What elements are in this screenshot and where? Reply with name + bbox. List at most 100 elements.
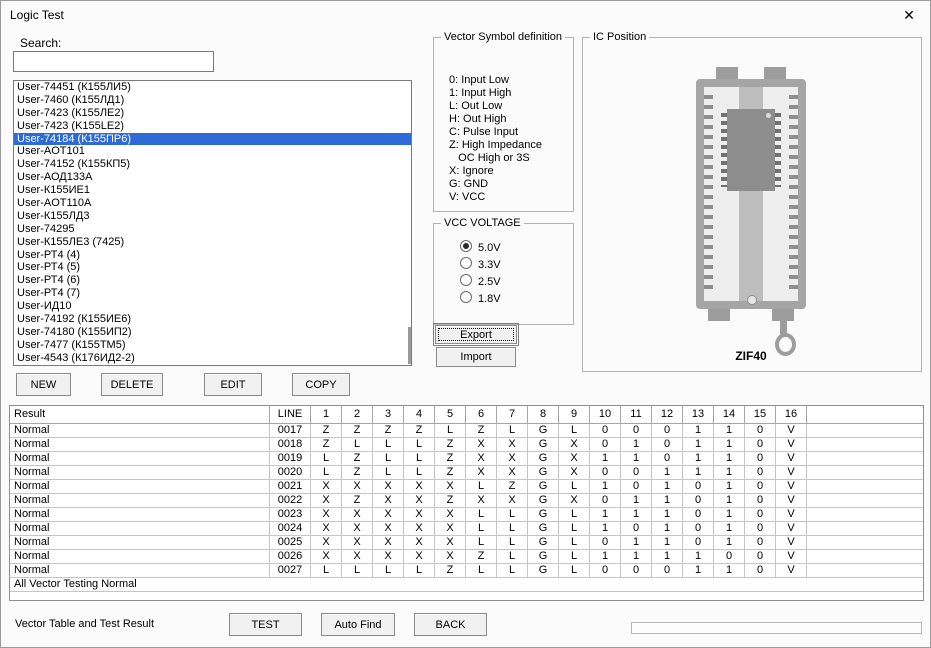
table-row[interactable]: Normal0024XXXXXLLGL101010V	[10, 522, 923, 536]
import-button[interactable]: Import	[436, 347, 516, 367]
test-button[interactable]: TEST	[229, 613, 302, 636]
column-header-3[interactable]: 3	[373, 406, 404, 424]
auto-find-button[interactable]: Auto Find	[321, 613, 395, 636]
column-header-LINE[interactable]: LINE	[270, 406, 311, 424]
list-item[interactable]: User-AOT101	[14, 145, 411, 158]
list-item[interactable]: User-РТ4 (6)	[14, 274, 411, 287]
table-row[interactable]: Normal0017ZZZZLZLGL000110V	[10, 424, 923, 438]
column-header-12[interactable]: 12	[652, 406, 683, 424]
vcc-option-1.8V[interactable]: 1.8V	[460, 291, 501, 308]
list-item[interactable]: User-7423 (K155LE2)	[14, 120, 411, 133]
list-item[interactable]: User-74451 (К155ЛИ5)	[14, 81, 411, 94]
vector-cell: 1	[714, 508, 745, 522]
column-header-10[interactable]: 10	[590, 406, 621, 424]
table-row[interactable]: Normal0020LZLLZXXGX001110V	[10, 466, 923, 480]
column-header-9[interactable]: 9	[559, 406, 590, 424]
list-item[interactable]: User-АОД133А	[14, 171, 411, 184]
vcc-option-2.5V[interactable]: 2.5V	[460, 274, 501, 291]
list-item[interactable]: User-К155ЛЕ3 (7425)	[14, 236, 411, 249]
list-item[interactable]: User-7460 (К155ЛД1)	[14, 94, 411, 107]
column-header-1[interactable]: 1	[311, 406, 342, 424]
list-item[interactable]: User-74180 (К155ИП2)	[14, 326, 411, 339]
vector-symbol-line: L: Out Low	[449, 100, 542, 113]
list-item[interactable]: User-74295	[14, 223, 411, 236]
vector-cell: X	[466, 438, 497, 452]
result-cell: Normal	[10, 480, 270, 494]
list-item[interactable]: User-РТ4 (4)	[14, 249, 411, 262]
vector-cell: 1	[590, 522, 621, 536]
vector-cell: X	[373, 494, 404, 508]
copy-button[interactable]: COPY	[292, 373, 350, 396]
column-header-2[interactable]: 2	[342, 406, 373, 424]
list-item[interactable]: User-РТ4 (7)	[14, 287, 411, 300]
list-item[interactable]: User-74192 (К155ИЕ6)	[14, 313, 411, 326]
list-item[interactable]: User-К155ЛД3	[14, 210, 411, 223]
vector-cell: Z	[435, 494, 466, 508]
vector-cell: V	[776, 536, 807, 550]
list-item[interactable]: User-К155ИЕ1	[14, 184, 411, 197]
filler-cell	[807, 550, 924, 564]
list-item[interactable]: User-7423 (К155ЛЕ2)	[14, 107, 411, 120]
vector-cell: 1	[652, 494, 683, 508]
vector-cell: L	[404, 438, 435, 452]
table-row[interactable]: Normal0023XXXXXLLGL111010V	[10, 508, 923, 522]
vector-cell: L	[311, 466, 342, 480]
vector-cell: Z	[435, 564, 466, 578]
table-row[interactable]: Normal0025XXXXXLLGL011010V	[10, 536, 923, 550]
table-row[interactable]: Normal0027LLLLZLLGL000110V	[10, 564, 923, 578]
vector-cell: 0	[621, 424, 652, 438]
vector-cell: X	[435, 522, 466, 536]
vector-cell: X	[311, 550, 342, 564]
column-header-6[interactable]: 6	[466, 406, 497, 424]
list-item[interactable]: User-74152 (К155КП5)	[14, 158, 411, 171]
new-button[interactable]: NEW	[16, 373, 71, 396]
close-icon[interactable]: ✕	[892, 3, 926, 27]
column-header-4[interactable]: 4	[404, 406, 435, 424]
vector-cell: Z	[342, 494, 373, 508]
vector-cell: 1	[652, 550, 683, 564]
export-button[interactable]: Export	[435, 325, 517, 344]
column-header-13[interactable]: 13	[683, 406, 714, 424]
list-item[interactable]: User-AOT110A	[14, 197, 411, 210]
back-button[interactable]: BACK	[414, 613, 487, 636]
table-row[interactable]: Normal0026XXXXXZLGL111100V	[10, 550, 923, 564]
device-list[interactable]: User-74451 (К155ЛИ5)User-7460 (К155ЛД1)U…	[13, 80, 412, 366]
search-input[interactable]	[13, 51, 214, 72]
table-row[interactable]: Normal0018ZLLLZXXGX010110V	[10, 438, 923, 452]
vector-cell: Z	[373, 424, 404, 438]
column-header-11[interactable]: 11	[621, 406, 652, 424]
column-header-16[interactable]: 16	[776, 406, 807, 424]
table-row[interactable]: Normal0021XXXXXLZGL101010V	[10, 480, 923, 494]
vcc-option-5.0V[interactable]: 5.0V	[460, 240, 501, 257]
delete-button[interactable]: DELETE	[101, 373, 163, 396]
vector-cell: 0	[745, 424, 776, 438]
list-item[interactable]: User-4543 (К176ИД2-2)	[14, 352, 411, 365]
vcc-option-3.3V[interactable]: 3.3V	[460, 257, 501, 274]
list-item[interactable]: User-74184 (К155ПР6)	[14, 133, 411, 146]
table-footer-row: All Vector Testing Normal	[10, 578, 923, 592]
result-table-body: Normal0017ZZZZLZLGL000110VNormal0018ZLLL…	[10, 424, 923, 592]
table-row[interactable]: Normal0019LZLLZXXGX110110V	[10, 452, 923, 466]
edit-button[interactable]: EDIT	[204, 373, 262, 396]
column-header-7[interactable]: 7	[497, 406, 528, 424]
list-scrollbar[interactable]	[408, 327, 411, 364]
list-item[interactable]: User-7477 (К155ТМ5)	[14, 339, 411, 352]
vector-cell: X	[373, 480, 404, 494]
column-header-15[interactable]: 15	[745, 406, 776, 424]
vector-cell: 0	[745, 564, 776, 578]
filler-cell	[807, 522, 924, 536]
column-header-5[interactable]: 5	[435, 406, 466, 424]
vector-cell: V	[776, 424, 807, 438]
vector-cell: X	[311, 536, 342, 550]
vector-cell: 1	[714, 438, 745, 452]
column-header-8[interactable]: 8	[528, 406, 559, 424]
list-item[interactable]: User-ИД10	[14, 300, 411, 313]
vector-cell: X	[497, 452, 528, 466]
table-row[interactable]: Normal0022XZXXZXXGX011010V	[10, 494, 923, 508]
vector-cell: V	[776, 480, 807, 494]
list-item[interactable]: User-РТ4 (5)	[14, 261, 411, 274]
vector-cell: 0	[683, 522, 714, 536]
column-header-14[interactable]: 14	[714, 406, 745, 424]
vector-cell: Z	[497, 480, 528, 494]
column-header-Result[interactable]: Result	[10, 406, 270, 424]
